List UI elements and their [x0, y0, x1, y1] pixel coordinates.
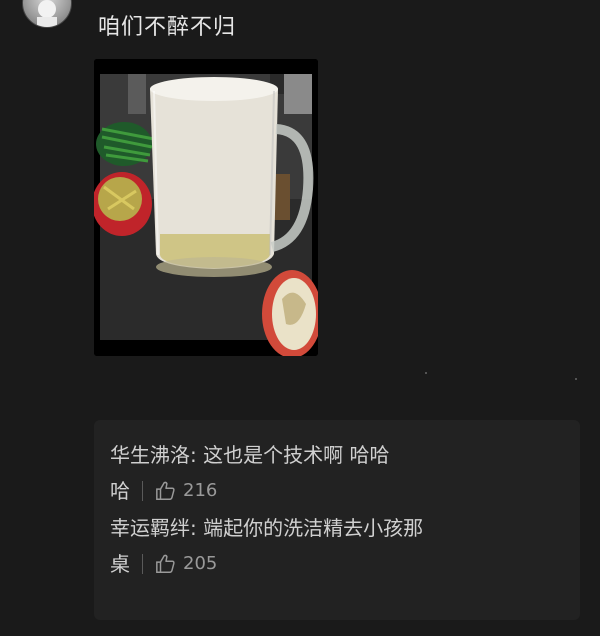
- dot-separator: [575, 378, 577, 380]
- like-count: 205: [183, 553, 218, 574]
- dot-separator: [425, 372, 427, 374]
- comment-meta: 桌 205: [110, 546, 550, 582]
- comment-text-line1: 华生沸洛: 这也是个技术啊 哈哈: [110, 443, 390, 467]
- thumbs-up-icon: [155, 480, 177, 502]
- divider: [142, 554, 143, 574]
- comments-panel: 华生沸洛: 这也是个技术啊 哈哈 哈 216 幸运羁绊: 端起你的洗洁精去小孩那: [94, 420, 580, 620]
- post-text: 咱们不醉不归: [98, 15, 237, 40]
- post-image[interactable]: [94, 59, 318, 356]
- comment-text-line1: 幸运羁绊: 端起你的洗洁精去小孩那: [110, 516, 424, 540]
- comment-meta: 哈 216: [110, 473, 550, 509]
- avatar[interactable]: [22, 0, 72, 28]
- comment-text-line2: 桌: [110, 552, 130, 576]
- page: 咱们不醉不归 华生沸洛: 这也是个技术啊 哈哈 哈 216 幸运羁绊: 端起你的…: [0, 0, 600, 636]
- like-button[interactable]: 216: [155, 473, 217, 509]
- thumbs-up-icon: [155, 553, 177, 575]
- like-count: 216: [183, 480, 218, 501]
- comment-text-line2: 哈: [110, 479, 130, 503]
- divider: [142, 481, 143, 501]
- like-button[interactable]: 205: [155, 546, 217, 582]
- comment-item[interactable]: 幸运羁绊: 端起你的洗洁精去小孩那 桌 205: [110, 510, 550, 582]
- comment-item[interactable]: 华生沸洛: 这也是个技术啊 哈哈 哈 216: [110, 437, 550, 509]
